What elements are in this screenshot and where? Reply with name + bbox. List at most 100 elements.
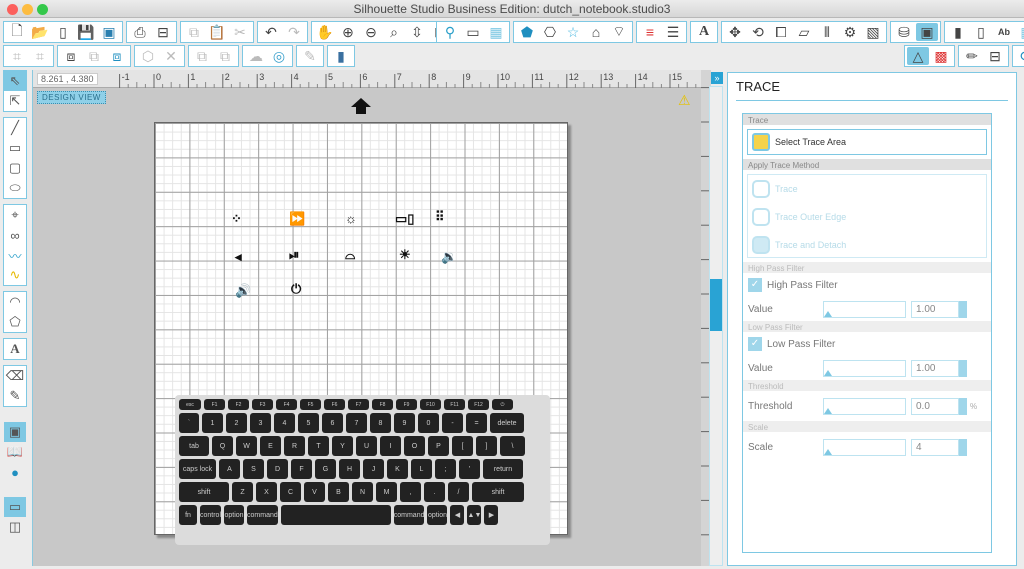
- new-library-icon[interactable]: ▯: [52, 23, 74, 41]
- curve-tool-icon[interactable]: ∞: [4, 225, 26, 245]
- rounded-rectangle-tool-icon[interactable]: ▢: [4, 158, 26, 178]
- fill-color-icon[interactable]: ⚲: [439, 23, 461, 41]
- trace-panel-icon[interactable]: △: [907, 47, 929, 65]
- fill-pattern-icon[interactable]: ▦: [485, 23, 507, 41]
- high-pass-value-input[interactable]: 1.00: [911, 300, 959, 318]
- compound-path-icon[interactable]: ⧈: [60, 47, 82, 65]
- smooth-freehand-tool-icon[interactable]: ∿: [4, 265, 26, 285]
- keyboard-light-up-icon[interactable]: ☀: [399, 247, 411, 263]
- vertical-scrollbar[interactable]: [709, 86, 723, 566]
- high-pass-slider[interactable]: [823, 300, 906, 318]
- select-tool-icon[interactable]: ⇖: [4, 71, 26, 91]
- low-pass-slider[interactable]: [823, 359, 906, 377]
- shape-icon[interactable]: ☁: [245, 47, 267, 65]
- brightness-low-icon[interactable]: ⁘: [231, 211, 242, 227]
- cutting-mat[interactable]: ⁘ ⏩ ☼ ▭▯ ⠿ ◂ ⏯ ⌓ ☀ 🔉 🔊 ⏻ esc F1 F2 F3 F4 F5 F6…: [154, 122, 568, 545]
- send-panel-icon[interactable]: ⊟: [984, 47, 1006, 65]
- play-pause-icon[interactable]: ⏯: [289, 247, 299, 263]
- zoom-select-icon[interactable]: ⌕: [383, 23, 405, 41]
- save-to-library-icon[interactable]: ▣: [98, 23, 120, 41]
- scale-slider[interactable]: [823, 438, 906, 456]
- eraser-tool-icon[interactable]: ⌫: [4, 366, 26, 386]
- weld-icon[interactable]: ⧈: [106, 47, 128, 65]
- point-edit-tool-icon[interactable]: ⇱: [4, 91, 26, 111]
- nest-icon[interactable]: ▧: [862, 23, 884, 41]
- scale-stepper[interactable]: [959, 438, 967, 456]
- collapse-panel-button[interactable]: »: [711, 72, 723, 84]
- close-window-button[interactable]: [7, 4, 18, 15]
- knife-icon[interactable]: ✎: [299, 47, 321, 65]
- library-icon[interactable]: ⛁: [893, 23, 915, 41]
- threshold-slider[interactable]: [823, 397, 906, 415]
- zoom-in-icon[interactable]: ⊕: [337, 23, 359, 41]
- text-tool-icon[interactable]: A: [4, 339, 26, 359]
- group-icon[interactable]: ⌗: [6, 47, 28, 65]
- font-panel-icon[interactable]: Ab: [993, 23, 1015, 41]
- open-icon[interactable]: 📂: [29, 23, 51, 41]
- shear-icon[interactable]: ▱: [793, 23, 815, 41]
- save-icon[interactable]: 💾: [75, 23, 97, 41]
- page-setup-icon[interactable]: ▮: [947, 23, 969, 41]
- sketch-pen-icon[interactable]: ✏: [961, 47, 983, 65]
- line-style-icon[interactable]: ≡: [639, 23, 661, 41]
- knife-tool-icon[interactable]: ✎: [4, 386, 26, 406]
- page-view-icon[interactable]: ▭: [4, 497, 26, 517]
- fast-forward-icon[interactable]: ⏩: [289, 211, 305, 227]
- high-pass-filter-checkbox[interactable]: ✓ High Pass Filter: [743, 273, 991, 297]
- zoom-out-icon[interactable]: ⊖: [360, 23, 382, 41]
- freehand-tool-icon[interactable]: 〰: [4, 245, 26, 265]
- pentagon-filled-icon[interactable]: ⬟: [516, 23, 538, 41]
- transform-icon[interactable]: ✥: [724, 23, 746, 41]
- spiral-icon[interactable]: ◎: [268, 47, 290, 65]
- store-view-icon[interactable]: ●: [4, 462, 26, 482]
- rectangle-tool-icon[interactable]: ▭: [4, 138, 26, 158]
- split-view-icon[interactable]: ◫: [4, 517, 26, 537]
- mission-control-icon[interactable]: ▭▯: [395, 211, 414, 227]
- trace-and-detach-button[interactable]: Trace and Detach: [748, 231, 986, 259]
- volume-down-icon[interactable]: 🔉: [441, 249, 457, 265]
- scale-value-input[interactable]: 4: [911, 438, 959, 456]
- threshold-stepper[interactable]: [959, 397, 967, 415]
- copy-icon[interactable]: ⧉: [183, 23, 205, 41]
- subtract-icon[interactable]: ✕: [160, 47, 182, 65]
- refresh-icon[interactable]: ⟳: [1015, 47, 1024, 65]
- low-pass-value-input[interactable]: 1.00: [911, 359, 959, 377]
- ellipse-tool-icon[interactable]: ⬭: [4, 178, 26, 198]
- print-icon[interactable]: ⎙: [129, 23, 151, 41]
- launchpad-icon[interactable]: ⠿: [435, 209, 445, 225]
- maximize-window-button[interactable]: [37, 4, 48, 15]
- keyboard-light-down-icon[interactable]: ⌓: [345, 247, 355, 263]
- trace-button[interactable]: Trace: [748, 175, 986, 203]
- registration-icon[interactable]: ▯: [970, 23, 992, 41]
- low-pass-stepper[interactable]: [959, 359, 967, 377]
- line-color-icon[interactable]: ▭: [462, 23, 484, 41]
- ungroup-icon[interactable]: ⌗: [29, 47, 51, 65]
- send-to-cutter-icon[interactable]: ⊟: [152, 23, 174, 41]
- scrollbar-thumb[interactable]: [710, 279, 722, 331]
- arc-tool-icon[interactable]: ◠: [4, 292, 26, 312]
- release-compound-icon[interactable]: ⧉: [83, 47, 105, 65]
- send-backward-icon[interactable]: ⧉: [214, 47, 236, 65]
- rhinestone-icon[interactable]: ⎔: [539, 23, 561, 41]
- rotate-icon[interactable]: ⟲: [747, 23, 769, 41]
- design-view-icon[interactable]: ▣: [4, 422, 26, 442]
- low-pass-filter-checkbox[interactable]: ✓ Low Pass Filter: [743, 332, 991, 356]
- cut-icon[interactable]: ✂: [229, 23, 251, 41]
- polygon-tool-icon[interactable]: ⌖: [4, 205, 26, 225]
- grid-icon[interactable]: ▦: [1016, 23, 1024, 41]
- threshold-value-input[interactable]: 0.0: [911, 397, 959, 415]
- redo-icon[interactable]: ↷: [283, 23, 305, 41]
- text-style-icon[interactable]: A: [693, 23, 715, 41]
- select-trace-area-button[interactable]: Select Trace Area: [747, 129, 987, 155]
- zoom-drag-icon[interactable]: ⇳: [406, 23, 428, 41]
- paste-icon[interactable]: 📋: [206, 23, 228, 41]
- high-pass-stepper[interactable]: [959, 300, 967, 318]
- regular-polygon-tool-icon[interactable]: ⬠: [4, 312, 26, 332]
- keyboard-image[interactable]: esc F1 F2 F3 F4 F5 F6 F7 F8 F9 F10 F11 F12 ⏻ ` 1 2 3 4 5 6 7 8…: [175, 395, 550, 545]
- align-icon[interactable]: ⫴: [816, 23, 838, 41]
- trace-outer-edge-button[interactable]: Trace Outer Edge: [748, 203, 986, 231]
- eraser-knife-icon[interactable]: ⌔: [608, 23, 630, 41]
- minimize-window-button[interactable]: [22, 4, 33, 15]
- bring-forward-icon[interactable]: ⧉: [191, 47, 213, 65]
- modify-icon[interactable]: ⬡: [137, 47, 159, 65]
